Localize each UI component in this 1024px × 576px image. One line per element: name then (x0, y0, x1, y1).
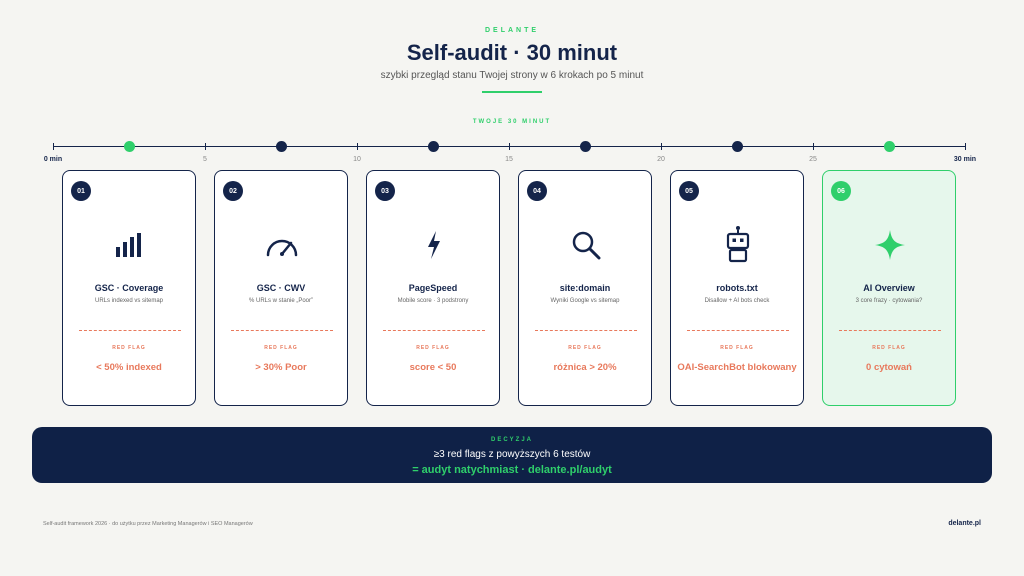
red-flag-label: RED FLAG (720, 345, 754, 351)
step-number-badge: 04 (527, 181, 547, 201)
timeline-dot-step-6 (883, 141, 895, 152)
step-description: 3 core frazy · cytowania? (855, 298, 923, 304)
step-card-5: 05 robots.txt Disallow + AI bots check R… (670, 170, 804, 406)
step-card-3: 03 PageSpeed Mobile score · 3 podstrony … (366, 170, 500, 406)
bar-chart-icon (110, 225, 150, 265)
red-flag-label: RED FLAG (568, 345, 602, 351)
timeline-tick (53, 143, 54, 150)
dashed-divider (535, 330, 637, 331)
step-number-badge: 03 (375, 181, 395, 201)
title-underline (482, 91, 542, 93)
step-card-2: 02 GSC · CWV % URLs w stanie „Poor” RED … (214, 170, 348, 406)
timeline-dot-step-5 (731, 141, 743, 152)
timeline-tick (357, 143, 358, 150)
timeline-label-end: 30 min (953, 156, 977, 163)
step-title: GSC · CWV (256, 283, 306, 293)
timeline-label: 20 (657, 156, 665, 163)
step-description: Wyniki Google vs sitemap (550, 298, 620, 304)
step-title: site:domain (559, 283, 611, 293)
red-flag-value: < 50% indexed (96, 362, 162, 373)
timeline-tick (661, 143, 662, 150)
dashed-divider (687, 330, 789, 331)
step-number-badge: 02 (223, 181, 243, 201)
decision-text: ≥3 red flags z powyższych 6 testów (433, 449, 591, 460)
timeline-label: 25 (809, 156, 817, 163)
brand-label: DELANTE (484, 27, 540, 34)
footer-site-link[interactable]: delante.pl (948, 520, 981, 527)
step-card-6: 06 AI Overview 3 core frazy · cytowania?… (822, 170, 956, 406)
timeline-label: 5 (203, 156, 207, 163)
lightning-icon (414, 225, 454, 265)
decision-label: DECYZJA (490, 437, 533, 443)
step-description: Disallow + AI bots check (704, 298, 770, 304)
decision-banner: DECYZJA ≥3 red flags z powyższych 6 test… (32, 427, 992, 483)
timeline-tick (205, 143, 206, 150)
red-flag-value: > 30% Poor (255, 362, 307, 373)
red-flag-value: 0 cytowań (866, 362, 912, 373)
red-flag-label: RED FLAG (872, 345, 906, 351)
timeline-dot-step-2 (275, 141, 287, 152)
robot-icon (718, 225, 758, 265)
red-flag-value: różnica > 20% (553, 362, 617, 373)
step-description: % URLs w stanie „Poor” (248, 298, 314, 304)
red-flag-label: RED FLAG (264, 345, 298, 351)
timeline-label: 10 (353, 156, 361, 163)
footer-note: Self-audit framework 2026 · do użytku pr… (43, 521, 253, 527)
sparkle-icon (870, 225, 910, 265)
timeline-section-label: TWOJE 30 MINUT (472, 119, 552, 125)
step-description: URLs indexed vs sitemap (94, 298, 164, 304)
step-title: AI Overview (863, 283, 915, 293)
dashed-divider (79, 330, 181, 331)
step-number-badge: 06 (831, 181, 851, 201)
dashed-divider (231, 330, 333, 331)
dashed-divider (839, 330, 941, 331)
step-title: GSC · Coverage (94, 283, 164, 293)
gauge-icon (262, 225, 302, 265)
page-title: Self-audit · 30 minut (406, 40, 618, 65)
step-description: Mobile score · 3 podstrony (397, 298, 469, 304)
dashed-divider (383, 330, 485, 331)
timeline-dot-step-3 (427, 141, 439, 152)
timeline-tick (813, 143, 814, 150)
red-flag-label: RED FLAG (416, 345, 450, 351)
red-flag-value: score < 50 (409, 362, 457, 373)
page-subtitle: szybki przegląd stanu Twojej strony w 6 … (380, 70, 644, 81)
step-number-badge: 05 (679, 181, 699, 201)
timeline-dot-step-1 (123, 141, 135, 152)
step-number-badge: 01 (71, 181, 91, 201)
search-icon (566, 225, 606, 265)
red-flag-value: OAI-SearchBot blokowany (677, 362, 797, 373)
timeline-tick (965, 143, 966, 150)
step-card-1: 01 GSC · Coverage URLs indexed vs sitema… (62, 170, 196, 406)
decision-cta-link[interactable]: = audyt natychmiast · delante.pl/audyt (32, 464, 992, 476)
red-flag-label: RED FLAG (112, 345, 146, 351)
step-title: PageSpeed (408, 283, 458, 293)
timeline-label: 15 (505, 156, 513, 163)
timeline-label-start: 0 min (43, 156, 63, 163)
step-title: robots.txt (716, 283, 758, 293)
step-card-4: 04 site:domain Wyniki Google vs sitemap … (518, 170, 652, 406)
timeline-dot-step-4 (579, 141, 591, 152)
timeline-tick (509, 143, 510, 150)
